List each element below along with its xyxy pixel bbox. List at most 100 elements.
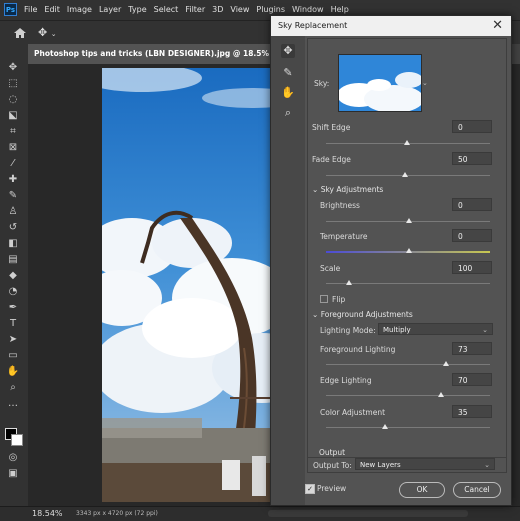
pen-tool-icon[interactable]: ✒ [6, 302, 20, 314]
dodge-tool-icon[interactable]: ◔ [6, 286, 20, 298]
brush-icon[interactable]: ✎ [281, 66, 295, 80]
hand-icon[interactable]: ✋ [281, 86, 295, 100]
edge-lighting-input[interactable]: 70 [452, 373, 492, 386]
menu-item-file[interactable]: File [24, 5, 37, 14]
dialog-title-bar[interactable]: Sky Replacement ✕ [271, 16, 511, 36]
menu-item-plugins[interactable]: Plugins [256, 5, 285, 14]
home-icon[interactable] [12, 25, 28, 41]
fade-edge-label: Fade Edge [312, 155, 351, 164]
more-tools-icon[interactable]: … [6, 398, 20, 410]
document-dimensions: 3343 px x 4720 px (72 ppi) [76, 510, 158, 517]
zoom-icon[interactable]: ⌕ [281, 106, 295, 120]
dialog-title: Sky Replacement [278, 21, 348, 30]
slider-knob[interactable] [406, 218, 412, 223]
shift-edge-label: Shift Edge [312, 123, 351, 132]
slider-knob[interactable] [438, 392, 444, 397]
menu-item-select[interactable]: Select [154, 5, 179, 14]
flip-checkbox[interactable] [320, 295, 328, 303]
menu-item-image[interactable]: Image [67, 5, 92, 14]
screen-mode-icon[interactable]: ▣ [6, 468, 20, 480]
scale-input[interactable]: 100 [452, 261, 492, 274]
scale-slider[interactable] [326, 280, 490, 285]
output-to-label: Output To: [313, 461, 352, 470]
quick-mask-icon[interactable]: ◎ [6, 452, 20, 464]
foreground-adjustments-section[interactable]: ⌄ Foreground Adjustments [312, 310, 413, 319]
slider-knob[interactable] [346, 280, 352, 285]
close-icon[interactable]: ✕ [492, 18, 503, 33]
chevron-down-icon: ⌄ [484, 461, 490, 469]
menu-item-3d[interactable]: 3D [212, 5, 223, 14]
brightness-slider[interactable] [326, 218, 490, 223]
menu-item-filter[interactable]: Filter [185, 5, 205, 14]
fade-edge-input[interactable]: 50 [452, 152, 492, 165]
temperature-slider[interactable] [326, 248, 490, 253]
sky-adjustments-section[interactable]: ⌄ Sky Adjustments [312, 185, 383, 194]
chevron-down-icon: ⌄ [482, 326, 488, 334]
blur-tool-icon[interactable]: ◆ [6, 270, 20, 282]
ok-button[interactable]: OK [399, 482, 445, 498]
sky-replacement-dialog: Sky Replacement ✕ ✥ ✎ ✋ ⌕ Sky: ⌄ Shift E… [270, 15, 512, 506]
shape-tool-icon[interactable]: ▭ [6, 350, 20, 362]
hand-tool-icon[interactable]: ✋ [6, 366, 20, 378]
sky-adjustments-heading: Sky Adjustments [320, 185, 384, 194]
history-brush-icon[interactable]: ↺ [6, 222, 20, 234]
lighting-mode-label: Lighting Mode: [320, 326, 376, 335]
path-select-icon[interactable]: ➤ [6, 334, 20, 346]
fade-edge-slider[interactable] [326, 172, 490, 177]
menu-items: File Edit Image Layer Type Select Filter 3D View… [24, 5, 349, 14]
shift-edge-slider[interactable] [326, 140, 490, 145]
foreground-lighting-input[interactable]: 73 [452, 342, 492, 355]
dialog-tools: ✥ ✎ ✋ ⌕ [271, 36, 305, 505]
healing-tool-icon[interactable]: ✚ [6, 174, 20, 186]
foreground-lighting-slider[interactable] [326, 361, 490, 366]
menu-item-view[interactable]: View [230, 5, 249, 14]
move-tool-icon[interactable]: ✥ [6, 62, 20, 74]
shift-edge-input[interactable]: 0 [452, 120, 492, 133]
slider-knob[interactable] [406, 248, 412, 253]
slider-knob[interactable] [443, 361, 449, 366]
menu-item-type[interactable]: Type [128, 5, 146, 14]
gradient-tool-icon[interactable]: ▤ [6, 254, 20, 266]
menu-item-window[interactable]: Window [292, 5, 324, 14]
menu-item-layer[interactable]: Layer [99, 5, 121, 14]
brightness-input[interactable]: 0 [452, 198, 492, 211]
edge-lighting-label: Edge Lighting [320, 376, 372, 385]
move-tool-option-icon[interactable]: ✥ ⌄ [38, 26, 57, 39]
zoom-level[interactable]: 18.54% [32, 509, 63, 518]
stamp-tool-icon[interactable]: ♙ [6, 206, 20, 218]
background-color-swatch[interactable] [11, 434, 23, 446]
eyedropper-tool-icon[interactable]: ⁄ [6, 158, 20, 170]
move-icon[interactable]: ✥ [281, 44, 295, 58]
slider-knob[interactable] [382, 424, 388, 429]
horizontal-scrollbar[interactable] [268, 510, 468, 517]
menu-item-help[interactable]: Help [331, 5, 349, 14]
color-adjustment-label: Color Adjustment [320, 408, 386, 417]
sky-thumbnail[interactable] [338, 54, 422, 112]
frame-tool-icon[interactable]: ⊠ [6, 142, 20, 154]
marquee-tool-icon[interactable]: ⬚ [6, 78, 20, 90]
output-to-select[interactable]: New Layers ⌄ [355, 458, 495, 470]
zoom-tool-icon[interactable]: ⌕ [6, 382, 20, 394]
eraser-tool-icon[interactable]: ◧ [6, 238, 20, 250]
color-adjustment-slider[interactable] [326, 424, 490, 429]
menu-item-edit[interactable]: Edit [44, 5, 60, 14]
slider-knob[interactable] [402, 172, 408, 177]
type-tool-icon[interactable]: T [6, 318, 20, 330]
color-adjustment-input[interactable]: 35 [452, 405, 492, 418]
crop-tool-icon[interactable]: ⌗ [6, 126, 20, 138]
object-select-icon[interactable]: ⬕ [6, 110, 20, 122]
preview-checkbox[interactable]: ✓ [305, 484, 315, 494]
temperature-input[interactable]: 0 [452, 229, 492, 242]
brush-tool-icon[interactable]: ✎ [6, 190, 20, 202]
slider-knob[interactable] [404, 140, 410, 145]
sky-dropdown-chevron-icon[interactable]: ⌄ [422, 79, 428, 87]
cancel-button[interactable]: Cancel [453, 482, 501, 498]
output-to-value: New Layers [360, 461, 401, 469]
document-tab[interactable]: Photoshop tips and tricks (LBN DESIGNER)… [28, 44, 278, 64]
edge-lighting-slider[interactable] [326, 392, 490, 397]
document-image [102, 68, 292, 502]
output-heading: Output [319, 448, 346, 457]
brightness-label: Brightness [320, 201, 360, 210]
lasso-tool-icon[interactable]: ◌ [6, 94, 20, 106]
lighting-mode-select[interactable]: Multiply ⌄ [378, 323, 493, 335]
